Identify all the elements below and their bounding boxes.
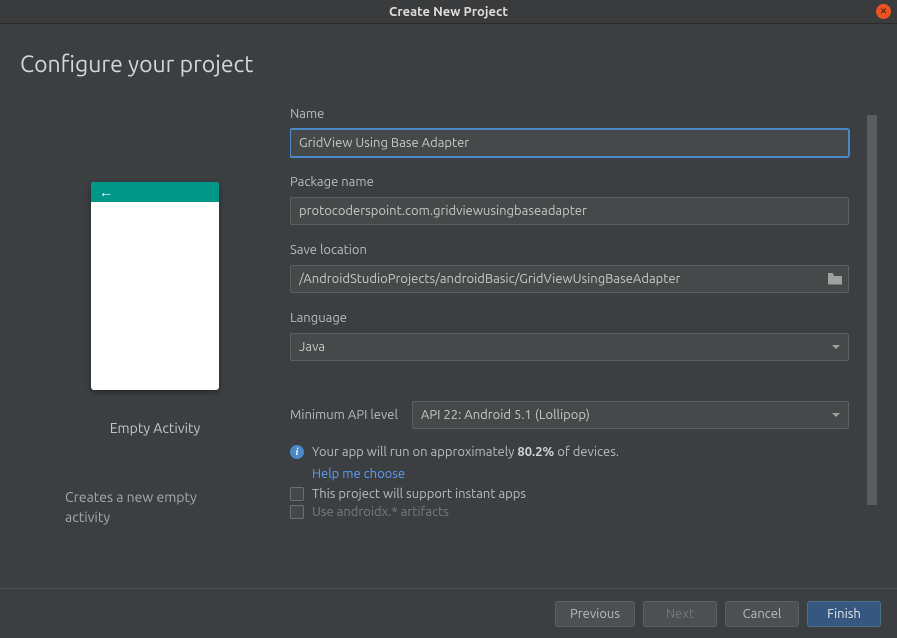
api-info-text: Your app will run on approximately 80.2%…	[312, 443, 619, 463]
androidx-label: Use androidx.* artifacts	[312, 505, 449, 519]
chevron-down-icon	[832, 345, 840, 349]
template-name: Empty Activity	[110, 420, 201, 436]
browse-folder-icon[interactable]	[827, 273, 843, 286]
back-arrow-icon: ←	[99, 184, 113, 200]
form-scroll: Name Package name Save location Language…	[290, 107, 867, 519]
instant-apps-label: This project will support instant apps	[312, 487, 526, 501]
api-value: API 22: Android 5.1 (Lollipop)	[421, 408, 590, 422]
instant-apps-row: This project will support instant apps	[290, 487, 849, 501]
close-icon[interactable]: ✕	[876, 4, 891, 19]
cancel-button[interactable]: Cancel	[725, 601, 799, 627]
next-button[interactable]: Next	[643, 601, 717, 627]
chevron-down-icon	[832, 413, 840, 417]
form-column: Name Package name Save location Language…	[290, 107, 877, 527]
androidx-checkbox[interactable]	[290, 505, 304, 519]
api-select[interactable]: API 22: Android 5.1 (Lollipop)	[412, 401, 849, 429]
scrollbar-track[interactable]	[867, 115, 877, 535]
preview-appbar: ←	[91, 182, 219, 202]
location-label: Save location	[290, 243, 849, 257]
language-value: Java	[299, 340, 325, 354]
api-info-row: i Your app will run on approximately 80.…	[290, 443, 849, 463]
finish-button[interactable]: Finish	[807, 601, 881, 627]
name-input[interactable]	[290, 129, 849, 157]
page-title: Configure your project	[0, 24, 897, 77]
template-description: Creates a new empty activity	[65, 488, 245, 527]
template-preview-column: ← Empty Activity Creates a new empty act…	[20, 107, 290, 527]
scrollbar-thumb[interactable]	[867, 115, 877, 505]
titlebar: Create New Project ✕	[0, 0, 897, 24]
button-bar: Previous Next Cancel Finish	[0, 588, 897, 638]
package-input[interactable]	[290, 197, 849, 225]
window-title: Create New Project	[389, 5, 508, 19]
androidx-row: Use androidx.* artifacts	[290, 505, 849, 519]
language-label: Language	[290, 311, 849, 325]
template-preview: ←	[91, 182, 219, 390]
help-me-choose-link[interactable]: Help me choose	[312, 467, 849, 481]
info-icon: i	[290, 445, 304, 459]
name-label: Name	[290, 107, 849, 121]
content-area: ← Empty Activity Creates a new empty act…	[0, 77, 897, 527]
language-select[interactable]: Java	[290, 333, 849, 361]
location-input[interactable]	[290, 265, 849, 293]
package-label: Package name	[290, 175, 849, 189]
instant-apps-checkbox[interactable]	[290, 487, 304, 501]
api-label: Minimum API level	[290, 408, 398, 422]
previous-button[interactable]: Previous	[555, 601, 635, 627]
